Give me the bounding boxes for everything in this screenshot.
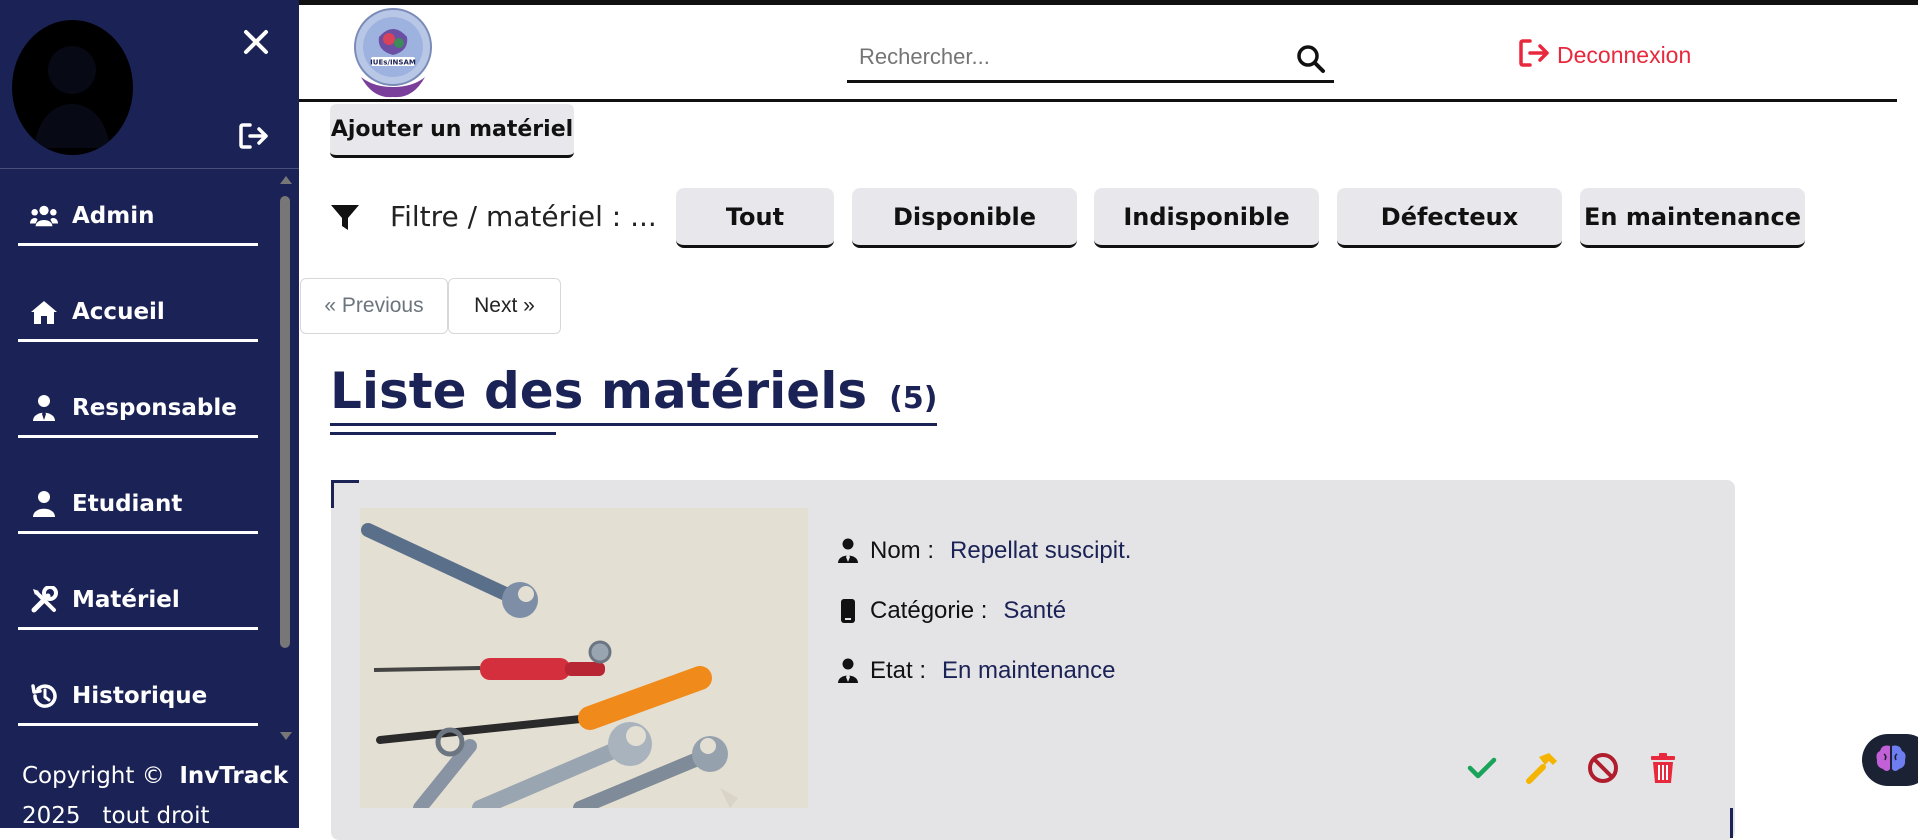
copyright-prefix: Copyright ©: [22, 763, 165, 789]
sidebar-item-label: Matériel: [72, 586, 180, 613]
scroll-down-arrow[interactable]: [280, 732, 292, 740]
filter-tout-button[interactable]: Tout: [676, 188, 834, 248]
user-icon: [30, 490, 58, 518]
users-icon: [30, 202, 58, 230]
search-input[interactable]: [859, 37, 1279, 77]
add-material-button[interactable]: Ajouter un matériel: [330, 104, 574, 158]
category-key: Catégorie :: [870, 597, 988, 624]
category-value: Santé: [1003, 597, 1067, 624]
sidebar-item-label: Historique: [72, 682, 208, 709]
search-bar: [847, 35, 1334, 83]
next-page-button[interactable]: Next »: [448, 278, 561, 334]
filter-icon: [329, 202, 361, 234]
logout-label: Deconnexion: [1557, 41, 1692, 68]
logout-icon[interactable]: [236, 118, 272, 154]
hammer-icon[interactable]: [1522, 748, 1562, 788]
sidebar: Admin Accueil Responsable Etudiant Matér…: [0, 0, 299, 828]
scroll-up-arrow[interactable]: [280, 176, 292, 184]
logout-icon: [1517, 37, 1551, 73]
sidebar-item-label: Accueil: [72, 298, 165, 325]
logout-button[interactable]: Deconnexion: [1517, 35, 1691, 75]
filter-en-maintenance-button[interactable]: En maintenance: [1580, 188, 1805, 248]
user-tie-icon: [30, 394, 58, 422]
copyright-year: 2025: [22, 803, 81, 828]
sidebar-item-label: Responsable: [72, 394, 237, 421]
sidebar-item-responsable[interactable]: Responsable: [18, 380, 258, 438]
card-corner-decoration: [1730, 808, 1733, 838]
sidebar-item-materiel[interactable]: Matériel: [18, 572, 258, 630]
sidebar-scrollbar[interactable]: [278, 172, 292, 746]
copyright-brand: InvTrack: [179, 763, 289, 789]
top-header: IUEs/INSAM Deconnexion: [299, 5, 1897, 102]
material-category-row: Catégorie : Santé: [836, 591, 1066, 631]
sidebar-item-etudiant[interactable]: Etudiant: [18, 476, 258, 534]
close-icon[interactable]: [238, 22, 274, 62]
check-icon[interactable]: [1462, 748, 1502, 788]
name-value: Repellat suscipit.: [950, 537, 1132, 564]
sidebar-item-historique[interactable]: Historique: [18, 668, 258, 726]
mobile-icon: [836, 598, 860, 624]
home-icon: [30, 298, 58, 326]
sidebar-item-accueil[interactable]: Accueil: [18, 284, 258, 342]
scroll-thumb[interactable]: [280, 196, 290, 648]
state-value: En maintenance: [942, 657, 1116, 684]
trash-icon[interactable]: [1643, 748, 1683, 788]
filter-disponible-button[interactable]: Disponible: [852, 188, 1077, 248]
brain-icon: [1874, 742, 1908, 778]
sidebar-item-label: Admin: [72, 202, 155, 229]
filter-indisponible-button[interactable]: Indisponible: [1094, 188, 1319, 248]
sidebar-divider: [0, 168, 299, 169]
user-icon: [836, 538, 860, 564]
filter-label: Filtre / matériel : ...: [390, 200, 657, 233]
sidebar-item-admin[interactable]: Admin: [18, 188, 258, 246]
tools-icon: [30, 585, 58, 614]
card-corner-decoration: [331, 480, 359, 508]
avatar: [12, 20, 133, 155]
previous-page-button[interactable]: « Previous: [300, 278, 448, 334]
copyright: Copyright © InvTrack 2025 tout droit res…: [22, 756, 292, 828]
state-key: Etat :: [870, 657, 927, 684]
assistant-button[interactable]: [1862, 734, 1918, 786]
sidebar-item-label: Etudiant: [72, 490, 183, 517]
svg-text:IUEs/INSAM: IUEs/INSAM: [370, 59, 416, 67]
search-icon[interactable]: [1295, 43, 1327, 75]
user-icon: [836, 658, 860, 684]
material-image: [360, 508, 808, 808]
list-count: (5): [889, 381, 938, 416]
material-state-row: Etat : En maintenance: [836, 651, 1115, 691]
history-icon: [30, 682, 58, 710]
logo: IUEs/INSAM: [349, 7, 437, 99]
name-key: Nom :: [870, 537, 935, 564]
ban-icon[interactable]: [1583, 748, 1623, 788]
title-underline: [330, 432, 556, 435]
page-title: Liste des matériels (5): [330, 362, 938, 426]
list-title-text: Liste des matériels: [330, 362, 868, 420]
filter-defecteux-button[interactable]: Défecteux: [1337, 188, 1562, 248]
material-name-row: Nom : Repellat suscipit.: [836, 531, 1131, 571]
